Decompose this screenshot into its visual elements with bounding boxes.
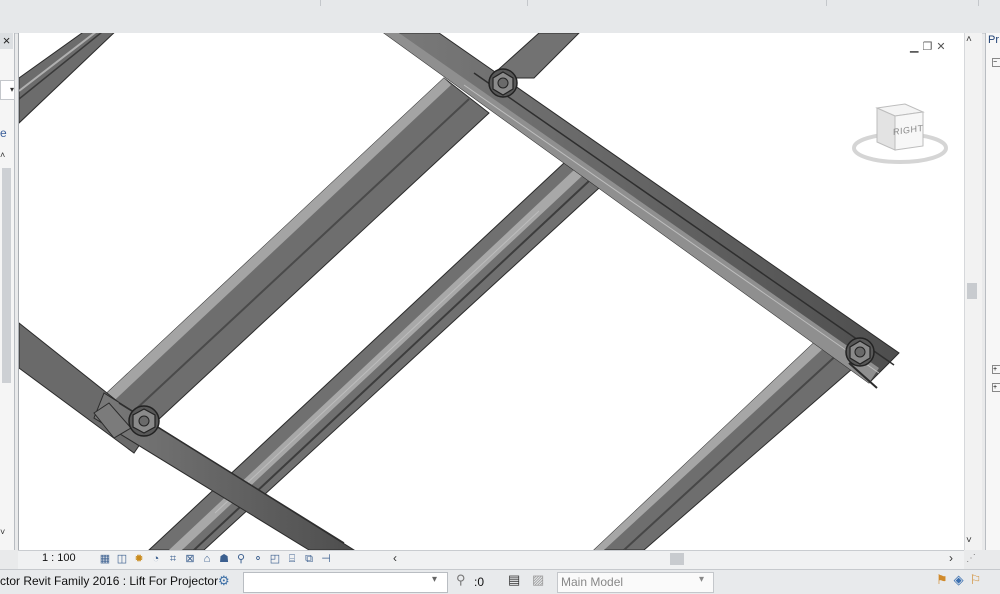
restore-icon[interactable]: ❐ xyxy=(922,41,932,53)
view-scale[interactable]: 1 : 100 xyxy=(42,552,76,564)
type-selector-dropdown[interactable]: ▾ xyxy=(0,80,15,100)
left-scrollbar-thumb[interactable] xyxy=(2,168,11,383)
close-icon[interactable]: × xyxy=(0,33,13,49)
worksharing-icon[interactable]: ⧉ xyxy=(302,553,316,566)
beam-ascending-right xyxy=(593,337,860,550)
crop-view-icon[interactable]: ⌗ xyxy=(166,553,180,566)
scroll-right-icon[interactable]: › xyxy=(949,551,953,565)
beam-ascending-1 xyxy=(93,77,490,434)
ribbon-divider xyxy=(320,0,321,6)
close-icon[interactable]: ✕ xyxy=(936,41,945,53)
ribbon-divider xyxy=(826,0,827,6)
view-window-controls: ▁ ❐ ✕ xyxy=(910,40,950,53)
ribbon-divider xyxy=(527,0,528,6)
render-icon[interactable]: ⌸ xyxy=(285,553,299,566)
minimize-icon[interactable]: ▁ xyxy=(910,41,918,53)
steel-frame-model xyxy=(19,33,900,550)
beam-upper-left xyxy=(19,33,115,124)
panel-partial-label: e xyxy=(0,126,7,140)
chevron-down-icon[interactable]: ▾ xyxy=(699,574,704,585)
ribbon-divider xyxy=(978,0,979,6)
bolt-left xyxy=(128,405,160,437)
sun-path-icon[interactable]: ✹ xyxy=(132,553,146,566)
highlight-icon[interactable]: ◰ xyxy=(268,553,282,566)
select-links-icon[interactable]: ⚑ xyxy=(936,572,948,588)
vertical-scroll-thumb[interactable] xyxy=(967,283,977,299)
select-pinned-icon[interactable]: ⚐ xyxy=(970,572,982,588)
resize-grip-icon[interactable]: ⋰ xyxy=(966,553,976,564)
bolt-top xyxy=(488,68,518,98)
worksets-icon[interactable]: ⚙ xyxy=(218,573,234,589)
visual-style-icon[interactable]: ◫ xyxy=(115,553,129,566)
expand-toggle-icon[interactable]: + xyxy=(992,365,1000,374)
design-option-value: Main Model xyxy=(561,575,624,589)
3d-view-canvas[interactable] xyxy=(18,33,965,550)
analytical-icon[interactable]: ⚬ xyxy=(251,553,265,566)
properties-title: Pr xyxy=(988,34,999,46)
scroll-up-icon[interactable]: ˄ xyxy=(0,150,5,160)
view-control-icons: ▦ ◫ ✹ ◔ ⌗ ⊠ ⌂ ☗ ⚲ ⚬ ◰ ⌸ ⧉ ⊣ xyxy=(98,550,333,568)
workset-field[interactable] xyxy=(243,572,448,593)
status-text: ctor Revit Family 2016 : Lift For Projec… xyxy=(0,574,219,588)
shadows-icon[interactable]: ◔ xyxy=(149,553,163,566)
filter-icon[interactable]: ▤ xyxy=(508,572,520,588)
chevron-down-icon[interactable]: ▾ xyxy=(432,574,437,585)
design-options-icon[interactable]: ▨ xyxy=(532,572,544,588)
lock-view-icon[interactable]: ⚲ xyxy=(234,553,248,566)
show-crop-icon[interactable]: ⊠ xyxy=(183,553,197,566)
reveal-hidden-icon[interactable]: ☗ xyxy=(217,553,231,566)
beam-descending-upper xyxy=(383,33,900,389)
selection-filter-icon[interactable]: ⚲ xyxy=(456,572,466,588)
scroll-up-icon[interactable]: ˄ xyxy=(966,34,972,45)
scroll-down-icon[interactable]: ˅ xyxy=(0,527,5,537)
scroll-down-icon[interactable]: ˅ xyxy=(966,535,972,546)
reveal-constraints-icon[interactable]: ⊣ xyxy=(319,553,333,566)
scroll-left-icon[interactable]: ‹ xyxy=(393,551,397,565)
expand-toggle-icon[interactable]: + xyxy=(992,383,1000,392)
select-underlay-icon[interactable]: ◈ xyxy=(954,572,964,588)
collapse-toggle-icon[interactable]: − xyxy=(992,58,1000,67)
ribbon-strip xyxy=(0,0,1000,34)
selection-count: :0 xyxy=(474,575,485,589)
bolt-right xyxy=(845,337,875,367)
viewcube[interactable] xyxy=(845,100,950,175)
detail-level-icon[interactable]: ▦ xyxy=(98,553,112,566)
status-tool-icons: ⚑ ◈ ⚐ xyxy=(936,572,981,588)
horizontal-scroll-thumb[interactable] xyxy=(670,553,684,565)
properties-panel xyxy=(985,33,1000,550)
temporary-hide-icon[interactable]: ⌂ xyxy=(200,553,214,566)
